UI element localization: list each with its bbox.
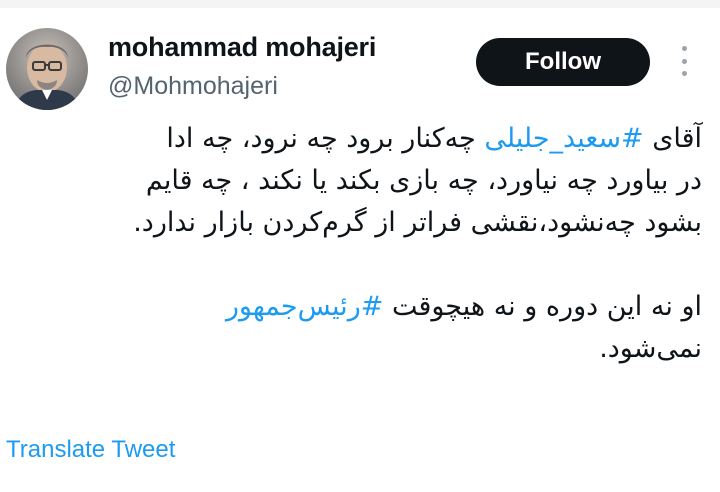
tweet-text: آقای #سعید_جلیلی چه‌کنار برود چه نرود، چ…	[20, 118, 702, 370]
more-dot	[681, 46, 687, 51]
hashtag-link[interactable]: #سعید_جلیلی	[484, 123, 643, 154]
tweet-line-5: نمی‌شود.	[599, 333, 702, 364]
more-dot	[681, 58, 687, 64]
tweet-text-fragment: چه‌کنار برود چه نرود، چه ادا	[166, 123, 485, 154]
tweet-line-3: بشود چه‌نشود،نقشی فراتر از گرم‌کردن بازا…	[133, 207, 702, 238]
hashtag-link[interactable]: #رئیس‌جمهور	[226, 291, 383, 322]
tweet-text-fragment: آقای	[643, 123, 702, 154]
top-divider	[0, 0, 720, 8]
user-handle[interactable]: @Mohmohajeri	[108, 72, 278, 101]
more-vertical-icon[interactable]	[676, 46, 692, 76]
follow-button[interactable]: Follow	[476, 38, 650, 86]
avatar-photo	[14, 44, 80, 110]
translate-tweet-link[interactable]: Translate Tweet	[6, 436, 175, 464]
tweet-line-1: آقای #سعید_جلیلی چه‌کنار برود چه نرود، چ…	[20, 118, 702, 160]
tweet-card: mohammad mohajeri @Mohmohajeri Follow آق…	[0, 0, 720, 492]
avatar[interactable]	[6, 28, 88, 110]
display-name[interactable]: mohammad mohajeri	[108, 32, 376, 63]
tweet-line-2: در بیاورد چه نیاورد، چه بازی بکند یا نکن…	[145, 165, 702, 196]
tweet-line-4: او نه این دوره و نه هیچوقت #رئیس‌جمهور	[20, 286, 702, 328]
more-dot	[681, 71, 687, 76]
tweet-text-fragment: او نه این دوره و نه هیچوقت	[383, 291, 702, 322]
